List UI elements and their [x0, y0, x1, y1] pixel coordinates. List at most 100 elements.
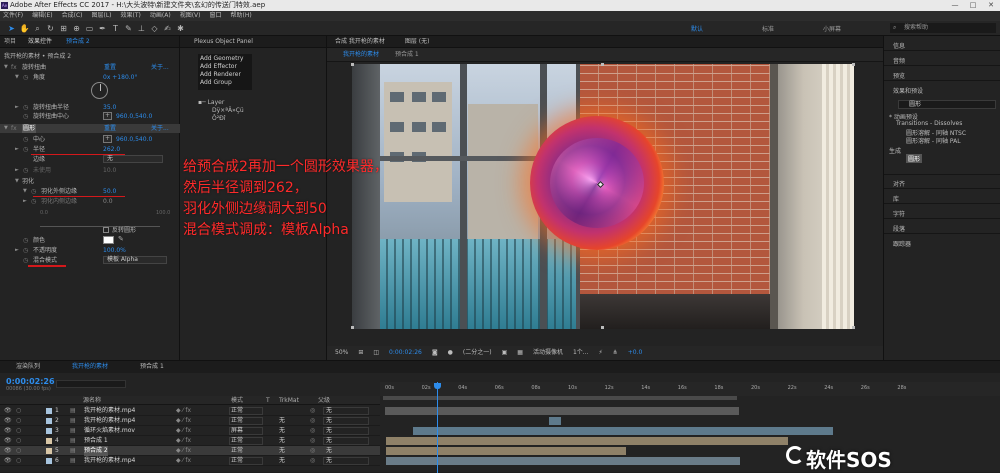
invert-checkbox[interactable] [103, 227, 109, 233]
transitions-folder[interactable]: Transitions - Dissolves [896, 120, 962, 127]
zoom-tool-icon[interactable]: ⌕ [32, 23, 43, 34]
expand-triangle-icon[interactable]: ► [15, 103, 19, 112]
breadcrumb-precomp[interactable]: 预合成 1 [395, 51, 419, 58]
magnification-dropdown[interactable]: 50% [335, 346, 348, 360]
layer-handle[interactable] [351, 326, 354, 329]
solo-icon[interactable]: ○ [16, 456, 21, 466]
collapse-triangle-icon[interactable]: ▼ [23, 187, 27, 196]
color-channel-icon[interactable]: ● [448, 346, 453, 360]
layer-switches[interactable]: ◆ ⁄ fx [176, 456, 191, 466]
crosshair-icon[interactable]: + [103, 112, 112, 120]
timeline-timecode[interactable]: 0:00:02:26 [6, 377, 55, 386]
plexus-sub-item-2[interactable]: Ô²Ðî [198, 115, 244, 123]
solo-icon[interactable]: ○ [16, 416, 21, 426]
visibility-eye-icon[interactable]: 👁 [4, 426, 12, 436]
panel-audio[interactable]: 音频 [893, 56, 905, 65]
feather-group-row[interactable]: ▼ 羽化 [0, 177, 180, 186]
region-icon[interactable]: ▣ [502, 346, 508, 360]
visibility-eye-icon[interactable]: 👁 [4, 446, 12, 456]
stopwatch-icon[interactable]: ◷ [31, 187, 36, 196]
playhead[interactable] [437, 382, 438, 473]
parent-pickwhip-icon[interactable]: ◎ [310, 436, 315, 446]
visibility-eye-icon[interactable]: 👁 [4, 416, 12, 426]
workspace-default[interactable]: 默认 [691, 24, 703, 33]
stopwatch-icon[interactable]: ◷ [23, 145, 28, 154]
parent-pickwhip-icon[interactable]: ◎ [310, 456, 315, 466]
panel-tracker[interactable]: 跟踪器 [893, 239, 911, 248]
stopwatch-icon[interactable]: ◷ [23, 246, 28, 255]
stopwatch-icon[interactable]: ◷ [31, 197, 36, 206]
expand-triangle-icon[interactable]: ► [15, 166, 19, 175]
panel-character[interactable]: 字符 [893, 209, 905, 218]
parent-pickwhip-icon[interactable]: ◎ [310, 406, 315, 416]
stopwatch-icon[interactable]: ◷ [23, 135, 28, 144]
fast-preview-icon[interactable]: ⚡ [599, 346, 603, 360]
eyedropper-icon[interactable]: ✎ [118, 235, 124, 243]
layer-handle[interactable] [351, 63, 354, 66]
workspace-small[interactable]: 小屏幕 [823, 24, 841, 33]
label-color-swatch[interactable] [46, 418, 52, 424]
type-tool-icon[interactable]: T [110, 23, 121, 34]
timeline-search-input[interactable] [56, 380, 126, 388]
angle-dial[interactable] [91, 82, 108, 99]
layer-handle[interactable] [601, 63, 604, 66]
minimize-button[interactable]: — [946, 0, 964, 11]
hand-tool-icon[interactable]: ✋ [19, 23, 30, 34]
layer-duration-bar[interactable] [549, 417, 561, 425]
effect-twirl-row[interactable]: ▼ fx 旋转扭曲 重置 关于... [0, 63, 180, 72]
composition-canvas[interactable] [352, 64, 854, 329]
tab-comp-main[interactable]: 我开枪的素材 [72, 361, 108, 373]
workspace-standard[interactable]: 标准 [762, 24, 774, 33]
visibility-eye-icon[interactable]: 👁 [4, 406, 12, 416]
layer-duration-bar[interactable] [386, 437, 788, 445]
visibility-eye-icon[interactable]: 👁 [4, 436, 12, 446]
preset-circle-pal[interactable]: 圆形溶解 - 同轴 PAL [906, 136, 961, 145]
eraser-tool-icon[interactable]: ◇ [149, 23, 160, 34]
menu-edit[interactable]: 编辑(E) [32, 11, 52, 21]
pan-behind-tool-icon[interactable]: ⊕ [71, 23, 82, 34]
fx-icon[interactable]: fx [11, 63, 17, 72]
layer-row[interactable]: 👁 ○ 1 ▤ 我开枪的素材.mp4 ◆ ⁄ fx 正常 ◎ 无 [0, 406, 380, 416]
column-parent[interactable]: 父级 [318, 396, 330, 405]
parent-pickwhip-icon[interactable]: ◎ [310, 426, 315, 436]
circle-effect-item[interactable]: 圆形 [906, 154, 923, 163]
flowchart-icon[interactable]: ⋔ [613, 346, 618, 360]
stopwatch-icon[interactable]: ◷ [23, 256, 28, 265]
solo-icon[interactable]: ○ [16, 426, 21, 436]
label-color-swatch[interactable] [46, 448, 52, 454]
label-color-swatch[interactable] [46, 428, 52, 434]
search-help-field[interactable]: ⌕ 搜索帮助 [890, 23, 996, 33]
stopwatch-icon[interactable]: ◷ [23, 236, 28, 245]
layer-switches[interactable]: ◆ ⁄ fx [176, 416, 191, 426]
panel-libraries[interactable]: 库 [893, 194, 899, 203]
layer-handle[interactable] [852, 63, 855, 66]
collapse-triangle-icon[interactable]: ▼ [4, 63, 8, 72]
layer-switches[interactable]: ◆ ⁄ fx [176, 446, 191, 456]
parent-pickwhip-icon[interactable]: ◎ [310, 446, 315, 456]
panel-effects-presets[interactable]: 效果和预设 [893, 86, 923, 95]
rectangle-tool-icon[interactable]: ▭ [84, 23, 95, 34]
clone-tool-icon[interactable]: ⊥ [136, 23, 147, 34]
exposure-value[interactable]: +0.0 [628, 346, 643, 360]
mask-icon[interactable]: ◫ [373, 346, 379, 360]
expand-triangle-icon[interactable]: ► [15, 145, 19, 154]
layer-duration-bar[interactable] [386, 457, 740, 465]
layer-switches[interactable]: ◆ ⁄ fx [176, 436, 191, 446]
grid-icon[interactable]: ⊞ [358, 346, 363, 360]
tab-render-queue[interactable]: 渲染队列 [16, 361, 40, 373]
time-ruler[interactable]: 00s 02s 04s 06s 08s 10s 12s 14s 16s 18s 20s 22s 24s 2… [380, 382, 1000, 396]
close-button[interactable]: ✕ [982, 0, 1000, 11]
layer-handle[interactable] [601, 326, 604, 329]
panel-info[interactable]: 信息 [893, 41, 905, 50]
collapse-triangle-icon[interactable]: ▼ [15, 177, 19, 186]
solo-icon[interactable]: ○ [16, 406, 21, 416]
panel-preview[interactable]: 预览 [893, 71, 905, 80]
rotate-tool-icon[interactable]: ↻ [45, 23, 56, 34]
label-color-swatch[interactable] [46, 438, 52, 444]
label-color-swatch[interactable] [46, 408, 52, 414]
edge-dropdown[interactable]: 无 [103, 155, 163, 163]
stopwatch-icon[interactable]: ◷ [23, 103, 28, 112]
add-renderer-item[interactable]: Add Renderer [200, 71, 250, 79]
fx-icon[interactable]: fx [11, 124, 17, 133]
add-group-item[interactable]: Add Group [200, 79, 250, 87]
